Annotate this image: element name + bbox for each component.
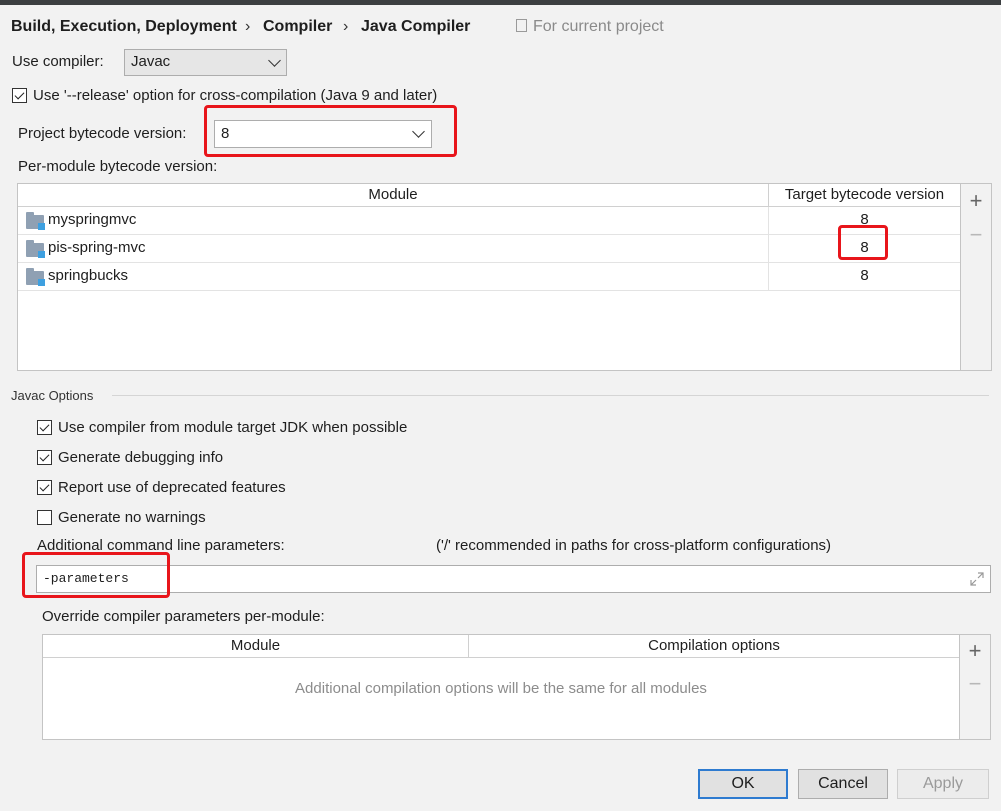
debug-info-checkbox[interactable] [37, 450, 52, 465]
column-header-compilation-options[interactable]: Compilation options [469, 635, 959, 658]
per-module-label: Per-module bytecode version: [18, 158, 218, 175]
table-row[interactable]: springbucks 8 [18, 263, 960, 291]
module-folder-icon [26, 240, 45, 258]
params-input[interactable]: -parameters [36, 565, 991, 593]
javac-options-title: Javac Options [11, 388, 94, 403]
cancel-button[interactable]: Cancel [798, 769, 888, 799]
module-name: springbucks [48, 267, 129, 284]
override-table-toolbar: + − [959, 634, 991, 740]
debug-info-label: Generate debugging info [58, 449, 224, 466]
scope-label: For current project [533, 18, 664, 35]
table-row[interactable]: pis-spring-mvc 8 [18, 235, 960, 263]
chevron-down-icon [412, 125, 425, 138]
module-folder-icon [26, 212, 45, 230]
breadcrumb-separator: › [343, 18, 349, 35]
params-label: Additional command line parameters: [37, 537, 285, 554]
breadcrumb-item-compiler[interactable]: Compiler [263, 16, 332, 38]
breadcrumb-separator: › [245, 18, 251, 35]
remove-module-button[interactable]: − [966, 224, 986, 246]
params-hint: ('/' recommended in paths for cross-plat… [436, 537, 832, 554]
window-top-edge [0, 0, 1001, 5]
table-row[interactable]: myspringmvc 8 [18, 207, 960, 235]
params-input-value: -parameters [43, 571, 129, 586]
override-label: Override compiler parameters per-module: [42, 608, 325, 625]
checkmark-icon [14, 89, 25, 100]
empty-table-text: Additional compilation options will be t… [295, 680, 707, 697]
project-bytecode-value: 8 [221, 125, 230, 142]
release-option-checkbox[interactable] [12, 88, 27, 103]
checkmark-icon [39, 451, 50, 462]
module-name: pis-spring-mvc [48, 239, 146, 256]
group-divider [112, 395, 989, 396]
column-header-module[interactable]: Module [18, 184, 769, 207]
add-module-button[interactable]: + [966, 190, 986, 212]
module-bytecode-table: Module Target bytecode version myspringm… [17, 183, 961, 371]
scope-indicator: For current project [516, 16, 664, 38]
column-header-target-version[interactable]: Target bytecode version [769, 184, 960, 207]
project-scope-icon [516, 19, 527, 32]
project-bytecode-select[interactable]: 8 [214, 120, 432, 148]
target-version[interactable]: 8 [769, 238, 960, 258]
module-folder-icon [26, 268, 45, 286]
deprecated-checkbox[interactable] [37, 480, 52, 495]
apply-button[interactable]: Apply [897, 769, 989, 799]
no-warnings-checkbox[interactable] [37, 510, 52, 525]
use-compiler-label: Use compiler: [12, 53, 104, 70]
compiler-select-value: Javac [131, 53, 171, 70]
checkmark-icon [39, 421, 50, 432]
remove-override-button[interactable]: − [965, 673, 985, 695]
module-name: myspringmvc [48, 211, 137, 228]
target-version[interactable]: 8 [769, 266, 960, 286]
no-warnings-label: Generate no warnings [58, 509, 206, 526]
use-module-jdk-label: Use compiler from module target JDK when… [58, 419, 408, 436]
deprecated-label: Report use of deprecated features [58, 479, 286, 496]
target-version[interactable]: 8 [769, 210, 960, 230]
expand-icon[interactable] [970, 572, 984, 586]
use-module-jdk-checkbox[interactable] [37, 420, 52, 435]
project-bytecode-label: Project bytecode version: [18, 125, 187, 142]
column-header-module[interactable]: Module [43, 635, 469, 658]
compiler-select[interactable]: Javac [124, 49, 287, 76]
module-table-toolbar: + − [960, 183, 992, 371]
ok-button[interactable]: OK [698, 769, 788, 799]
checkmark-icon [39, 481, 50, 492]
breadcrumb-item-build[interactable]: Build, Execution, Deployment [11, 16, 237, 38]
chevron-down-icon [268, 54, 281, 67]
release-option-label: Use '--release' option for cross-compila… [33, 87, 438, 104]
override-table: Module Compilation options Additional co… [42, 634, 960, 740]
add-override-button[interactable]: + [965, 640, 985, 662]
breadcrumb-item-java-compiler: Java Compiler [361, 18, 471, 35]
